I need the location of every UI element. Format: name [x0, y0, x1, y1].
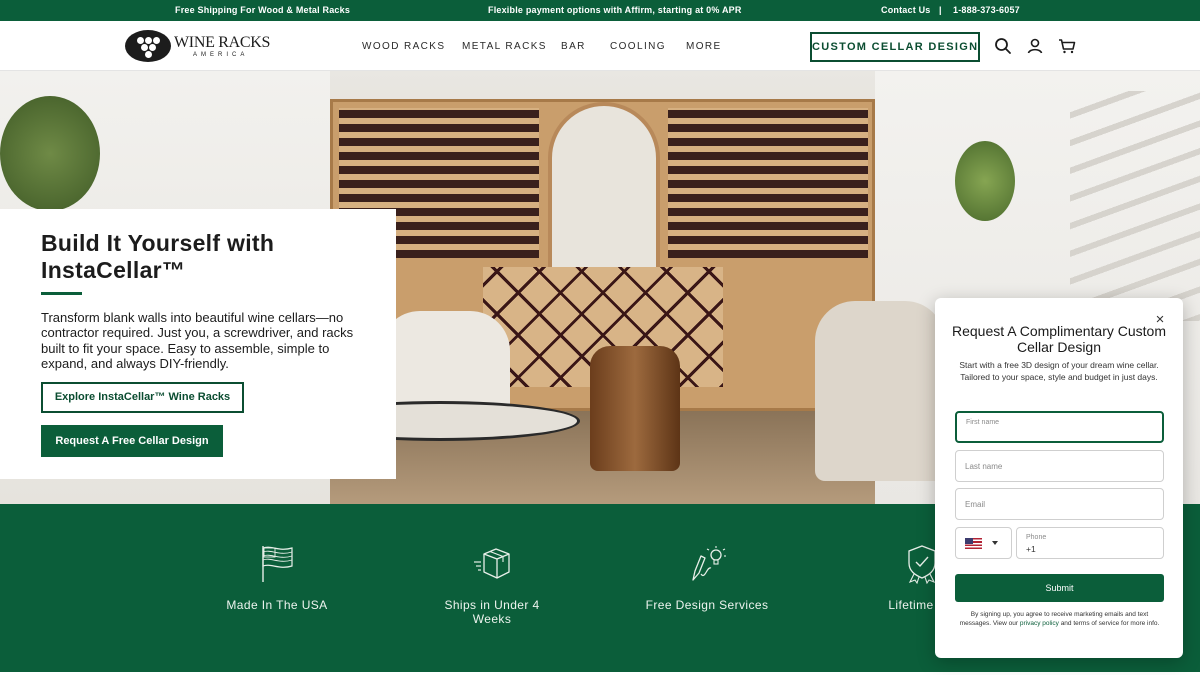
popup-subtitle: Start with a free 3D design of your drea…: [959, 360, 1159, 382]
logo-name: WINE RACKS: [174, 34, 271, 51]
hero-content-card: Build It Yourself with InstaCellar™ Tran…: [0, 209, 396, 479]
wine-rack-right: [668, 108, 868, 258]
us-flag-icon: [965, 538, 982, 549]
phone-label: Phone: [1026, 534, 1047, 541]
feature-label: Made In The USA: [226, 598, 328, 612]
hero-staircase: [1070, 91, 1200, 321]
account-icon[interactable]: [1026, 37, 1044, 55]
explore-instacellar-button[interactable]: Explore InstaCellar™ Wine Racks: [41, 382, 244, 413]
search-icon[interactable]: [994, 37, 1012, 55]
cart-icon[interactable]: [1058, 37, 1076, 55]
hero-armchair-right: [815, 301, 945, 481]
email-field[interactable]: Email: [955, 488, 1164, 520]
nav-metal-racks[interactable]: METAL RACKS: [462, 41, 547, 52]
submit-button[interactable]: Submit: [955, 574, 1164, 602]
announcement-bar: Free Shipping For Wood & Metal Racks Fle…: [0, 0, 1200, 21]
contact-us-link[interactable]: Contact Us: [881, 5, 931, 15]
wine-racks-america-logo[interactable]: WINE RACKS AMERICA: [125, 30, 270, 62]
hero-plant-left: [0, 96, 100, 211]
hero-title: Build It Yourself with InstaCellar™: [41, 230, 275, 283]
grape-logo-icon: [125, 30, 171, 62]
legal-text: By signing up, you agree to receive mark…: [955, 610, 1164, 628]
nav-bar[interactable]: BAR: [561, 41, 586, 52]
feature-free-design: Free Design Services: [622, 544, 792, 612]
feature-label: Ships in Under 4 Weeks: [444, 598, 540, 626]
custom-cellar-design-button[interactable]: CUSTOM CELLAR DESIGN: [810, 32, 980, 62]
logo-subtitle: AMERICA: [193, 52, 249, 58]
first-name-label: First name: [966, 419, 1000, 426]
hero-wood-table: [590, 346, 680, 471]
country-code-select[interactable]: [955, 527, 1012, 559]
flag-icon: [262, 546, 293, 582]
last-name-placeholder: Last name: [965, 462, 1003, 471]
hero-plant-right: [955, 141, 1015, 221]
phone-link[interactable]: 1-888-373-6057: [953, 5, 1020, 15]
free-shipping-text: Free Shipping For Wood & Metal Racks: [175, 5, 351, 15]
nav-more[interactable]: MORE: [686, 41, 722, 52]
phone-field[interactable]: Phone +1: [1016, 527, 1164, 559]
cellar-arch: [548, 102, 660, 272]
first-name-field[interactable]: First name: [955, 411, 1164, 443]
nav-wood-racks[interactable]: WOOD RACKS: [362, 41, 445, 52]
email-placeholder: Email: [965, 500, 986, 509]
nav-cooling[interactable]: COOLING: [610, 41, 666, 52]
design-pencil-icon: [692, 546, 726, 581]
site-header: WINE RACKS AMERICA WOOD RACKS METAL RACK…: [0, 21, 1200, 71]
privacy-policy-link[interactable]: privacy policy: [1020, 620, 1059, 627]
hero-description: Transform blank walls into beautiful win…: [41, 310, 354, 371]
feature-ships-fast: Ships in Under 4 Weeks: [407, 544, 577, 626]
legal-text-post: and terms of service for more info.: [1058, 620, 1160, 627]
phone-value: +1: [1026, 544, 1036, 554]
last-name-field[interactable]: Last name: [955, 450, 1164, 482]
affirm-financing-text: Flexible payment options with Affirm, st…: [488, 5, 742, 15]
shipping-box-icon: [474, 548, 510, 579]
feature-label: Free Design Services: [645, 598, 769, 612]
cellar-design-popup: × Request A Complimentary Custom Cellar …: [935, 298, 1183, 658]
feature-made-in-usa: Made In The USA: [192, 544, 362, 612]
request-free-design-button[interactable]: Request A Free Cellar Design: [41, 425, 223, 457]
chevron-down-icon: [992, 541, 998, 545]
announcement-separator: |: [939, 5, 942, 15]
hero-divider: [41, 292, 82, 295]
popup-title: Request A Complimentary Custom Cellar De…: [952, 323, 1166, 355]
